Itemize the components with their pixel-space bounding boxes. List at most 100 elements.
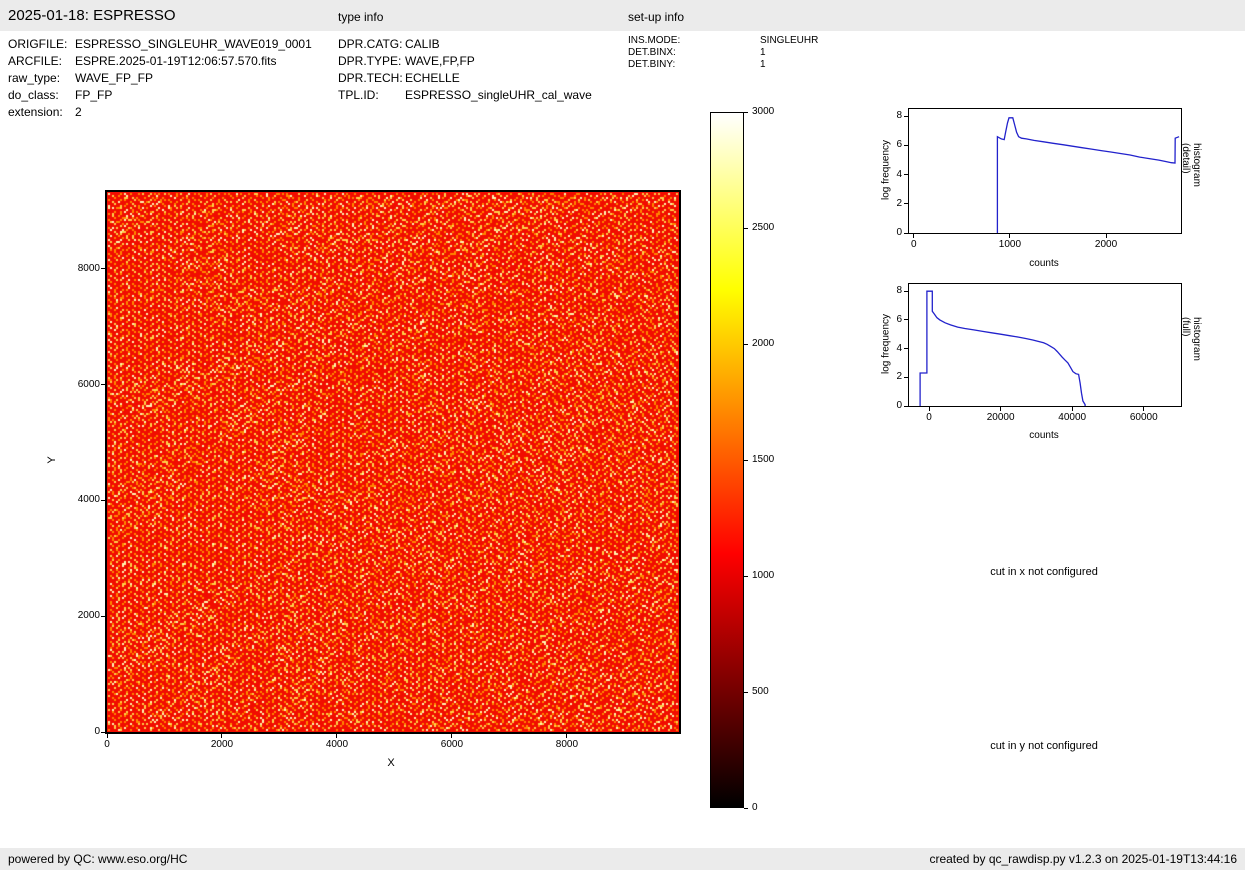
colorbar-tick-mark: [744, 460, 748, 461]
dpr-tech-label: DPR.TECH:: [338, 70, 405, 87]
x-tick-label: 2000: [1081, 239, 1131, 251]
y-tick-label: 8: [862, 110, 902, 122]
dpr-tech-value: ECHELLE: [405, 71, 460, 85]
raw-type-value: WAVE_FP_FP: [75, 71, 153, 85]
extension-value: 2: [75, 105, 82, 119]
page-title: 2025-01-18: ESPRESSO: [8, 7, 176, 24]
histogram-full-plot: 020000400006000002468: [908, 283, 1182, 407]
footer-left-text: powered by QC: www.eso.org/HC: [8, 852, 187, 866]
x-tick-label: 1000: [985, 239, 1035, 251]
hist_detail-line: [909, 109, 1181, 233]
setup-info-heading: set-up info: [628, 10, 684, 24]
x-tick-mark: [221, 734, 222, 738]
x-tick-mark: [451, 734, 452, 738]
dpr-type-value: WAVE,FP,FP: [405, 54, 475, 68]
x-tick-mark: [1009, 234, 1010, 238]
det-binx-value: 1: [760, 47, 766, 58]
info-row-ins-mode: INS.MODE:SINGLEUHR: [628, 35, 818, 47]
tpl-id-value: ESPRESSO_singleUHR_cal_wave: [405, 88, 592, 102]
y-tick-mark: [904, 116, 908, 117]
hist-full-x-axis-label: counts: [908, 430, 1180, 441]
type-info-heading: type info: [338, 10, 383, 24]
y-tick-mark: [101, 384, 105, 385]
cut-y-note: cut in y not configured: [908, 740, 1180, 752]
file-info-block: ORIGFILE:ESPRESSO_SINGLEUHR_WAVE019_0001…: [8, 36, 312, 121]
y-tick-mark: [904, 145, 908, 146]
y-tick-label: 0: [862, 227, 902, 239]
x-tick-label: 2000: [197, 739, 247, 751]
x-tick-label: 4000: [312, 739, 362, 751]
extension-label: extension:: [8, 104, 75, 121]
colorbar-tick-label: 3000: [752, 106, 792, 118]
colorbar-tick-mark: [744, 692, 748, 693]
info-row-det-binx: DET.BINX:1: [628, 47, 818, 59]
hist-full-y-axis-label: log frequency: [881, 314, 892, 374]
info-row-do-class: do_class:FP_FP: [8, 87, 312, 104]
x-tick-label: 8000: [542, 739, 592, 751]
raw-type-label: raw_type:: [8, 70, 75, 87]
info-row-raw-type: raw_type:WAVE_FP_FP: [8, 70, 312, 87]
x-tick-mark: [929, 407, 930, 411]
y-tick-label: 8000: [60, 263, 100, 275]
info-row-dpr-type: DPR.TYPE:WAVE,FP,FP: [338, 53, 592, 70]
colorbar-tick-label: 2500: [752, 222, 792, 234]
y-tick-label: 8: [862, 285, 902, 297]
raw-image-y-axis-label: Y: [46, 456, 58, 463]
hist-full-title: histogram (full): [1180, 317, 1202, 371]
y-tick-label: 0: [862, 400, 902, 412]
y-tick-label: 2000: [60, 610, 100, 622]
x-tick-mark: [1106, 234, 1107, 238]
info-row-dpr-catg: DPR.CATG:CALIB: [338, 36, 592, 53]
colorbar-gradient: [710, 112, 744, 808]
y-tick-mark: [101, 616, 105, 617]
y-tick-mark: [101, 500, 105, 501]
det-binx-label: DET.BINX:: [628, 47, 760, 59]
y-tick-mark: [904, 319, 908, 320]
y-tick-mark: [904, 291, 908, 292]
x-tick-mark: [913, 234, 914, 238]
ins-mode-label: INS.MODE:: [628, 35, 760, 47]
hist_full-line: [909, 284, 1181, 406]
y-tick-mark: [904, 233, 908, 234]
x-tick-mark: [1143, 407, 1144, 411]
y-tick-label: 6000: [60, 379, 100, 391]
raw-image-canvas: [107, 192, 679, 732]
colorbar-tick-mark: [744, 576, 748, 577]
do-class-value: FP_FP: [75, 88, 112, 102]
colorbar-tick-mark: [744, 344, 748, 345]
footer-bar: powered by QC: www.eso.org/HC created by…: [0, 848, 1245, 870]
x-tick-label: 0: [82, 739, 132, 751]
origfile-label: ORIGFILE:: [8, 36, 75, 53]
tpl-id-label: TPL.ID:: [338, 87, 405, 104]
x-tick-mark: [107, 734, 108, 738]
do-class-label: do_class:: [8, 87, 75, 104]
info-row-det-biny: DET.BINY:1: [628, 59, 818, 71]
y-tick-mark: [101, 268, 105, 269]
histogram-detail-plot: 01000200002468: [908, 108, 1182, 234]
x-tick-mark: [566, 734, 567, 738]
hist-detail-y-axis-label: log frequency: [881, 140, 892, 200]
y-tick-mark: [904, 174, 908, 175]
header-bar: 2025-01-18: ESPRESSO type info set-up in…: [0, 0, 1245, 31]
x-tick-label: 6000: [427, 739, 477, 751]
y-tick-mark: [904, 406, 908, 407]
colorbar: 050010001500200025003000: [710, 112, 744, 808]
raw-image-plot: 0200040006000800002000400060008000: [105, 190, 681, 734]
colorbar-tick-label: 1000: [752, 570, 792, 582]
footer-right-text: created by qc_rawdisp.py v1.2.3 on 2025-…: [929, 852, 1237, 866]
x-tick-mark: [1000, 407, 1001, 411]
det-biny-label: DET.BINY:: [628, 59, 760, 71]
colorbar-tick-label: 500: [752, 686, 792, 698]
x-tick-label: 20000: [976, 412, 1026, 424]
hist-detail-title: histogram (detail): [1180, 143, 1202, 197]
dpr-catg-label: DPR.CATG:: [338, 36, 405, 53]
info-row-origfile: ORIGFILE:ESPRESSO_SINGLEUHR_WAVE019_0001: [8, 36, 312, 53]
x-tick-label: 0: [904, 412, 954, 424]
colorbar-tick-mark: [744, 112, 748, 113]
info-row-dpr-tech: DPR.TECH:ECHELLE: [338, 70, 592, 87]
x-tick-mark: [1072, 407, 1073, 411]
y-tick-mark: [101, 732, 105, 733]
info-row-arcfile: ARCFILE:ESPRE.2025-01-19T12:06:57.570.fi…: [8, 53, 312, 70]
info-row-tpl-id: TPL.ID:ESPRESSO_singleUHR_cal_wave: [338, 87, 592, 104]
colorbar-tick-mark: [744, 808, 748, 809]
